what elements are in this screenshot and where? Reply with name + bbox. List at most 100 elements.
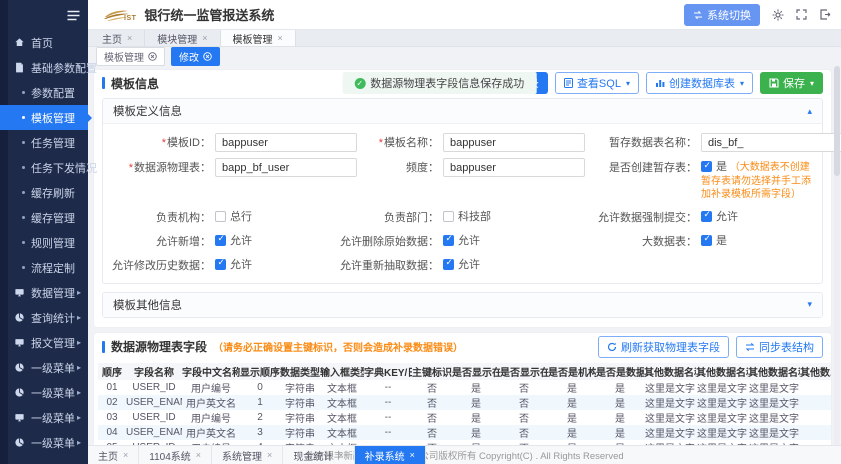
sidebar-item-label: 流程定制 [31,260,75,276]
vertical-scrollbar[interactable] [834,66,840,445]
sidebar-item-label: 缓存管理 [31,210,75,226]
column-header: 其他数... [800,363,831,380]
sidebar-item-cache-mgmt[interactable]: 缓存管理 [0,205,88,230]
logout-icon[interactable] [819,9,831,20]
close-tab-icon[interactable]: × [123,450,128,460]
bullet-dot-icon [22,241,25,244]
sidebar-item-level1-menu-4[interactable]: 一级菜单▸ [0,430,88,455]
checkbox-3-0[interactable] [215,235,226,246]
sidebar-item-level1-menu-3[interactable]: 一级菜单▸ [0,405,88,430]
required-asterisk: * [162,137,166,149]
checkbox-2-1[interactable] [443,211,454,222]
checkbox-3-1[interactable] [443,235,454,246]
sidebar-item-label: 基础参数配置 [31,60,97,76]
field-control [211,156,357,177]
sidebar-item-process-custom[interactable]: 流程定制 [0,255,88,280]
gear-icon[interactable] [772,9,784,21]
checkbox-3-2[interactable] [701,235,712,246]
breadcrumb-chip-模板管理[interactable]: 模板管理 [96,47,165,66]
table-cell: 字符串 [280,410,320,425]
sidebar-item-task-mgmt[interactable]: 任务管理 [0,130,88,155]
switch-icon [693,10,703,20]
sidebar-item-template-mgmt[interactable]: 模板管理 [0,105,88,130]
sidebar-menu: 首页基础参数配置▾参数配置模板管理任务管理任务下发情况缓存刷新缓存管理规则管理流… [0,30,88,455]
column-header: 是否是机构... [548,363,596,380]
required-asterisk: * [379,137,383,149]
breadcrumb-chip-修改[interactable]: 修改 [171,47,220,66]
field-input-0-0[interactable] [215,133,357,152]
collapse-down-icon[interactable]: ▾ [807,299,812,310]
close-tab-icon[interactable]: × [338,450,343,460]
sidebar-item-message-mgmt[interactable]: 报文管理▸ [0,330,88,355]
fullscreen-icon[interactable] [796,9,807,20]
close-tab-icon[interactable]: × [202,33,207,43]
sidebar-item-task-dispatch[interactable]: 任务下发情况 [0,155,88,180]
table-row[interactable]: 04USER_ENAME用户英文名3字符串文本框--否是否是是这里是文字这里是文… [98,425,831,440]
form-field: 负责机构：总行 [107,206,339,226]
close-tab-icon[interactable]: × [127,33,132,43]
table-cell: 这里是文字 [696,380,748,395]
table-body: 01USER_ID用户编号0字符串文本框--否是否是是这里是文字这里是文字这里是… [98,380,831,446]
sidebar-item-param-config[interactable]: 参数配置 [0,80,88,105]
sidebar-item-rule-mgmt[interactable]: 规则管理 [0,230,88,255]
field-input-0-1[interactable] [443,133,585,152]
system-tab-补录系统[interactable]: 补录系统× [355,446,426,464]
template-info-card: 模板信息 ✓ 数据源物理表字段信息保存成功 表单补录查看SQL▾创建数据库表▾保… [94,70,831,327]
tab-主页[interactable]: 主页× [90,30,145,46]
system-tab-现金统计[interactable]: 现金统计× [283,446,354,464]
sidebar-item-level1-menu-2[interactable]: 一级菜单▸ [0,380,88,405]
table-row[interactable]: 03USER_ID用户编号2字符串文本框--否是否是是这里是文字这里是文字这里是… [98,410,831,425]
sidebar-item-level1-menu-1[interactable]: 一级菜单▸ [0,355,88,380]
field-label: 是否创建暂存表： [569,156,697,175]
header-actions: 系统切换 [684,4,831,26]
refresh-fields-button[interactable]: 刷新获取物理表字段 [598,336,729,358]
close-tab-icon[interactable]: × [278,33,283,43]
checkbox-2-0[interactable] [215,211,226,222]
collapse-menu-icon[interactable] [67,10,80,21]
table-cell: 这里是文字 [748,425,800,440]
field-input-1-1[interactable] [443,158,585,177]
checkbox-2-2[interactable] [701,211,712,222]
fields-header: 数据源物理表字段 （请务必正确设置主键标识，否则会造成补录数据错误） 刷新获取物… [94,333,831,361]
close-tab-icon[interactable]: × [267,450,272,460]
table-row[interactable]: 01USER_ID用户编号0字符串文本框--否是否是是这里是文字这里是文字这里是… [98,380,831,395]
sidebar-item-data-mgmt[interactable]: 数据管理▸ [0,280,88,305]
create-db-table-button[interactable]: 创建数据库表▾ [646,72,753,94]
table-cell: 3 [240,425,280,440]
table-row[interactable]: 02USER_ENAME用户英文名1字符串文本框--否是否是是这里是文字这里是文… [98,395,831,410]
field-control: 是 [697,230,818,248]
checkbox-4-0[interactable] [215,259,226,270]
toast-text: 数据源物理表字段信息保存成功 [370,75,524,91]
sync-structure-button[interactable]: 同步表结构 [736,336,823,358]
system-tab-1104系统[interactable]: 1104系统× [139,446,212,464]
sidebar-item-cache-refresh[interactable]: 缓存刷新 [0,180,88,205]
checkbox-1-2[interactable] [701,161,712,172]
circle-x-icon[interactable] [148,52,157,61]
save-button[interactable]: 保存▾ [760,72,823,94]
close-tab-icon[interactable]: × [410,450,415,460]
view-sql-button-label: 查看SQL [577,75,621,91]
fields-toolbar: 刷新获取物理表字段 同步表结构 [598,336,823,358]
field-label: 允许修改历史数据： [107,254,211,273]
sidebar-item-query-stats[interactable]: 查询统计▸ [0,305,88,330]
tab-模块管理[interactable]: 模块管理× [145,30,220,46]
pie-icon [14,437,25,448]
view-sql-button[interactable]: 查看SQL▾ [555,72,639,94]
table-cell: 用户英文名 [182,395,240,410]
tab-模板管理[interactable]: 模板管理× [221,30,296,46]
checkbox-4-1[interactable] [443,259,454,270]
field-input-1-0[interactable] [215,158,357,177]
system-tab-系统管理[interactable]: 系统管理× [212,446,283,464]
system-switch-button[interactable]: 系统切换 [684,4,760,26]
checkbox-label: 允许 [230,235,252,247]
field-input-0-2[interactable] [701,133,841,152]
close-tab-icon[interactable]: × [196,450,201,460]
circle-x-icon[interactable] [203,52,212,61]
table-cell: 这里是文字 [748,410,800,425]
checkbox-label: 允许 [458,259,480,271]
scrollbar-thumb[interactable] [834,66,840,176]
sidebar-item-home[interactable]: 首页 [0,30,88,55]
collapse-up-icon[interactable]: ▴ [807,106,812,117]
sidebar-item-base-params[interactable]: 基础参数配置▾ [0,55,88,80]
system-tab-主页[interactable]: 主页× [88,446,139,464]
